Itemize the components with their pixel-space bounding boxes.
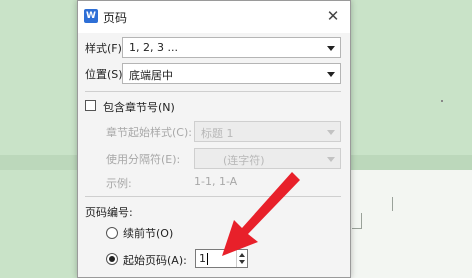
example-label: 示例:	[106, 177, 132, 190]
dialog-titlebar: W 页码 ✕	[78, 1, 350, 33]
start-page-value: 1	[199, 252, 206, 265]
red-arrow-icon	[222, 172, 300, 256]
numbering-section-label: 页码编号:	[85, 206, 133, 219]
text-cursor	[207, 253, 208, 265]
style-row: 样式(F): 1, 2, 3 ...	[85, 37, 341, 58]
style-value: 1, 2, 3 ...	[129, 41, 178, 54]
dialog-title: 页码	[103, 11, 128, 25]
chapter-style-label: 章节起始样式(C):	[106, 126, 192, 139]
page-margin-mark	[352, 213, 362, 229]
include-chapter-checkbox[interactable]	[85, 100, 96, 111]
wps-app-icon: W	[84, 9, 98, 23]
continue-label: 续前节(O)	[123, 227, 174, 240]
document-dot	[441, 100, 443, 102]
chapter-style-select[interactable]: 标题 1	[194, 121, 341, 142]
close-button[interactable]: ✕	[324, 7, 342, 25]
start-at-label: 起始页码(A):	[123, 254, 187, 267]
position-select[interactable]: 底端居中	[122, 63, 341, 84]
separator-label: 使用分隔符(E):	[106, 153, 181, 166]
style-select[interactable]: 1, 2, 3 ...	[122, 37, 341, 58]
separator-select[interactable]: (连字符)	[194, 148, 341, 169]
page-number-dialog: W 页码 ✕ 样式(F): 1, 2, 3 ... 位置(S): 底端居中 包含…	[77, 0, 351, 278]
position-row: 位置(S): 底端居中	[85, 63, 341, 84]
chevron-down-icon	[327, 72, 335, 77]
page-margin-mark	[392, 197, 402, 211]
chapter-style-value: 标题 1	[201, 127, 234, 140]
chevron-down-icon	[327, 46, 335, 51]
decrement-icon[interactable]	[239, 260, 245, 264]
position-value: 底端居中	[129, 69, 173, 82]
divider	[85, 196, 341, 197]
continue-radio[interactable]	[106, 227, 118, 239]
separator-value: (连字符)	[223, 154, 265, 167]
include-chapter-label: 包含章节号(N)	[103, 101, 175, 114]
style-label: 样式(F):	[85, 42, 126, 55]
separator-row: 使用分隔符(E): (连字符)	[106, 148, 341, 169]
position-label: 位置(S):	[85, 68, 127, 81]
divider	[85, 91, 341, 92]
chapter-style-row: 章节起始样式(C): 标题 1	[106, 121, 341, 142]
chevron-down-icon	[327, 130, 335, 135]
start-at-radio[interactable]	[106, 253, 118, 265]
chevron-down-icon	[327, 157, 335, 162]
